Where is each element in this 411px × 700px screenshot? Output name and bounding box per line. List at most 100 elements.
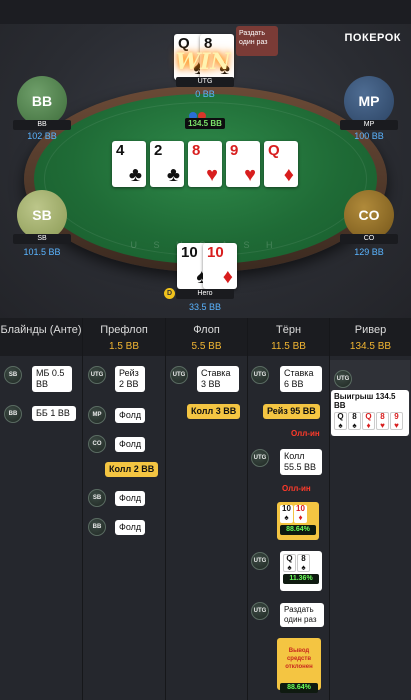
card-rank: 10 (282, 504, 291, 513)
pot-amount: 134.5 BB (185, 118, 225, 129)
column-header-flop: Флоп 5.5 BB (166, 318, 247, 356)
mini-card: 10 ♦ (294, 505, 307, 523)
villain-equity-box: Q ♠ 8 ♠ 11.36% (280, 551, 322, 591)
street-label: Блайнды (Анте) (0, 324, 82, 336)
street-pot: 134.5 BB (349, 341, 392, 352)
action-raise: Рейз 2 BB (115, 366, 145, 392)
position-chip-bb: BB (4, 405, 22, 423)
brand-logo: ПОКЕРОК (344, 32, 401, 44)
action-raise-hero: Рейз 95 BB (263, 404, 320, 419)
board-card-5: Q ♦ (264, 141, 298, 187)
mini-card: Q ♠ (334, 412, 347, 430)
mp-nameplate: MP (340, 120, 398, 130)
poker-table-scene: ПОКЕРОК U S H C A S H Q ♠ 8 ♠ WIN UTG 0 … (0, 0, 411, 318)
card-rank: Q (337, 412, 344, 421)
hero-stack: 33.5 BB (188, 302, 222, 312)
hero-card-2: 10 ♦ (203, 243, 237, 289)
action-call-hero: Колл 2 BB (105, 462, 159, 477)
street-label: Префлоп (100, 324, 148, 336)
mini-card: 8 ♠ (297, 554, 310, 572)
spade-icon: ♠ (301, 563, 306, 572)
action-fold: Фолд (115, 491, 146, 506)
card-rank: 8 (380, 412, 385, 421)
heart-icon: ♥ (394, 421, 399, 430)
position-chip-utg: UTG (251, 449, 269, 467)
win-amount: Выигрыш 134.5 BB (334, 392, 396, 410)
mp-avatar[interactable]: MP (344, 76, 394, 126)
position-chip-sb: SB (88, 489, 106, 507)
chat-bubble: Раздать один раз (236, 26, 278, 56)
action-bet: Ставка 6 BB (280, 366, 322, 392)
board-card-4: 9 ♥ (226, 141, 260, 187)
mini-card: Q ♠ (283, 554, 296, 572)
position-chip-utg: UTG (251, 602, 269, 620)
win-result-box: Выигрыш 134.5 BB Q ♠ 8 ♠ Q ♦ 8 ♥ 9 ♥ (331, 390, 409, 436)
sb-avatar[interactable]: SB (17, 190, 67, 240)
club-icon: ♣ (166, 164, 180, 186)
bb-stack: 102 BB (27, 131, 57, 141)
action-fold: Фолд (115, 520, 146, 535)
position-chip-bb: BB (88, 518, 106, 536)
column-header-preflop: Префлоп 1.5 BB (83, 318, 165, 356)
spade-icon: ♠ (338, 421, 343, 430)
position-chip-utg: UTG (334, 370, 352, 388)
win-banner: WIN (175, 49, 231, 75)
co-stack: 129 BB (354, 247, 384, 257)
card-rank: 10 (296, 504, 305, 513)
heart-icon: ♥ (206, 164, 218, 186)
street-pot: 1.5 BB (108, 341, 140, 352)
pot-chips-icon (189, 107, 209, 120)
mini-card: 9 ♥ (390, 412, 403, 430)
action-fold: Фолд (115, 437, 146, 452)
action-fold: Фолд (115, 408, 146, 423)
diamond-icon: ♦ (283, 164, 294, 186)
position-chip-utg: UTG (251, 552, 269, 570)
equity-value: 11.36% (283, 574, 319, 584)
card-rank: Q (286, 554, 293, 563)
card-rank: 8 (301, 554, 306, 563)
club-icon: ♣ (128, 164, 142, 186)
action-small-blind: МБ 0.5 BB (32, 366, 72, 392)
action-bet: Ставка 3 BB (197, 366, 239, 392)
spade-icon: ♠ (284, 513, 289, 522)
bb-avatar[interactable]: BB (17, 76, 67, 126)
column-header-turn: Тёрн 11.5 BB (248, 318, 329, 356)
bb-nameplate: BB (13, 120, 71, 130)
card-rank: Q (268, 142, 280, 159)
street-pot: 11.5 BB (271, 341, 306, 352)
position-chip-mp: MP (88, 406, 106, 424)
street-pot: 5.5 BB (191, 341, 222, 352)
co-nameplate: CO (340, 234, 398, 244)
spade-icon: ♠ (352, 421, 357, 430)
equity-value: 88.64% (280, 683, 318, 693)
mini-card: 8 ♥ (376, 412, 389, 430)
card-rank: 9 (394, 412, 399, 421)
street-label: Флоп (193, 324, 220, 336)
street-label: Ривер (354, 324, 387, 336)
street-label: Тёрн (275, 324, 302, 336)
sb-stack: 101.5 BB (23, 247, 61, 257)
all-in-label: Олл-ин (291, 429, 320, 438)
card-rank: 2 (154, 142, 163, 159)
co-avatar[interactable]: CO (344, 190, 394, 240)
card-rank: 8 (192, 142, 201, 159)
all-in-label: Олл-ин (282, 484, 311, 493)
column-divider (247, 318, 248, 700)
board-card-1: 4 ♣ (112, 141, 146, 187)
cashout-box: Вывод средств отклонен 88.64% (277, 638, 321, 693)
column-header-blinds: Блайнды (Анте) (0, 318, 82, 356)
utg-stack: 0 BB (195, 89, 215, 99)
hero-nameplate: Hero (176, 289, 234, 299)
sb-nameplate: SB (13, 234, 71, 244)
diamond-icon: ♦ (298, 513, 303, 522)
column-divider (165, 318, 166, 700)
position-chip-sb: SB (4, 366, 22, 384)
cashout-declined-text: Вывод средств отклонен (285, 648, 313, 670)
position-chip-co: CO (88, 435, 106, 453)
card-rank: 8 (352, 412, 357, 421)
position-chip-utg: UTG (170, 366, 188, 384)
mini-card: 10 ♠ (280, 505, 293, 523)
winning-cards: Q ♠ 8 ♠ Q ♦ 8 ♥ 9 ♥ (331, 412, 409, 430)
action-big-blind: ББ 1 BB (32, 406, 76, 421)
mp-stack: 100 BB (354, 131, 384, 141)
